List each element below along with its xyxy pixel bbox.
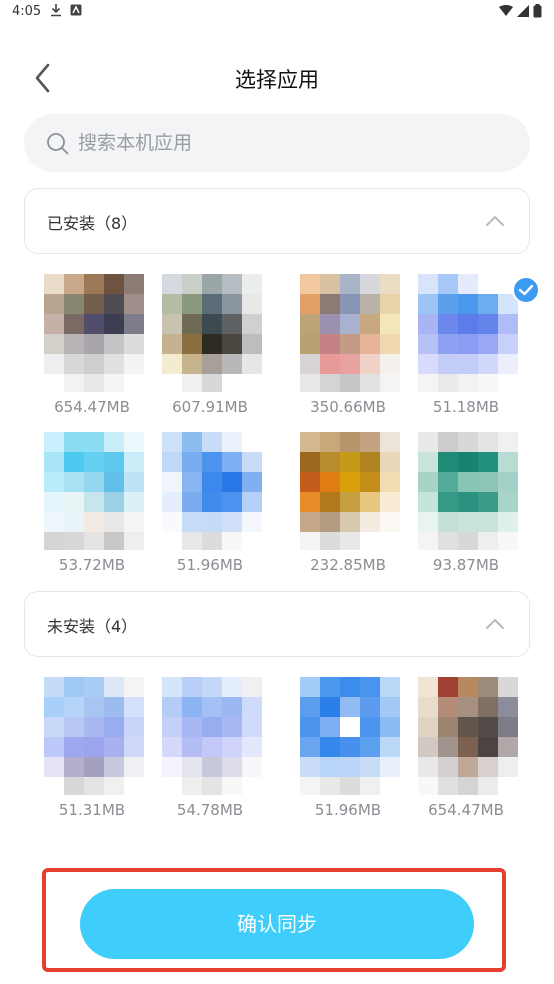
search-box[interactable] xyxy=(24,114,530,172)
app-icon xyxy=(44,677,144,795)
app-icon xyxy=(162,432,262,550)
app-size-label: 607.91MB xyxy=(172,398,248,416)
installed-app-grid: 654.47MB 607.91MB 350.66MB 51.18MB 53.72MB 51… xyxy=(24,274,540,584)
app-size-label: 93.87MB xyxy=(432,556,500,574)
status-time: 4:05 xyxy=(12,4,42,19)
app-size-label: 51.96MB xyxy=(314,801,382,819)
chevron-up-icon xyxy=(486,216,504,226)
not-installed-section-title: 未安装（4） xyxy=(47,617,138,636)
app-icon xyxy=(300,432,400,550)
app-icon xyxy=(162,677,262,795)
app-size-label: 53.72MB xyxy=(58,556,126,574)
app-icon xyxy=(418,677,518,795)
not-installed-app-grid: 51.31MB 54.78MB 51.96MB 654.47MB xyxy=(24,677,530,827)
search-input[interactable] xyxy=(78,114,498,172)
download-icon xyxy=(51,4,61,17)
app-icon xyxy=(300,677,400,795)
app-icon xyxy=(44,432,144,550)
app-size-label: 654.47MB xyxy=(428,801,504,819)
page-title: 选择应用 xyxy=(235,68,319,92)
app-size-label: 232.85MB xyxy=(310,556,386,574)
app-size-label: 51.18MB xyxy=(432,398,500,416)
app-size-label: 654.47MB xyxy=(54,398,130,416)
battery-icon xyxy=(533,4,542,18)
not-installed-section-header[interactable]: 未安装（4） xyxy=(24,591,530,657)
header: 选择应用 xyxy=(0,50,554,106)
chevron-up-icon xyxy=(486,619,504,629)
installed-section-title: 已安装（8） xyxy=(47,214,138,233)
app-icon xyxy=(300,274,400,392)
app-notification-icon xyxy=(70,4,82,16)
app-size-label: 51.96MB xyxy=(176,556,244,574)
status-bar: 4:05 xyxy=(0,0,554,26)
check-icon xyxy=(512,276,540,304)
app-size-label: 51.31MB xyxy=(58,801,126,819)
app-size-label: 54.78MB xyxy=(176,801,244,819)
app-size-label: 350.66MB xyxy=(310,398,386,416)
confirm-sync-button[interactable]: 确认同步 xyxy=(80,889,474,959)
app-icon xyxy=(418,432,518,550)
app-icon xyxy=(162,274,262,392)
search-icon xyxy=(47,133,69,155)
wifi-icon xyxy=(499,5,513,16)
app-icon xyxy=(44,274,144,392)
signal-icon xyxy=(517,5,529,17)
installed-section-header[interactable]: 已安装（8） xyxy=(24,188,530,254)
app-icon xyxy=(418,274,518,392)
